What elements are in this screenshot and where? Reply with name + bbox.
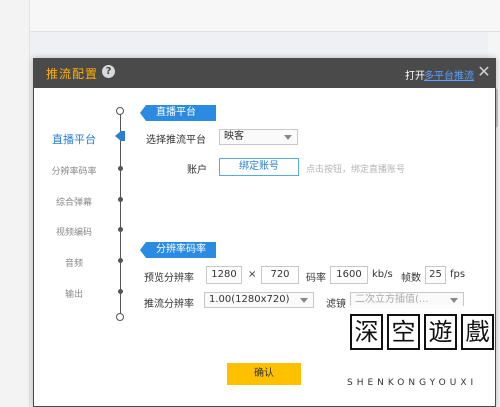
dialog-title: 推流配置	[46, 67, 99, 81]
nav-item-audio[interactable]: 音频	[34, 256, 114, 269]
dialog-titlebar: 推流配置 ? 打开 多平台推流 ✕	[34, 59, 495, 88]
preview-height-input[interactable]: 720	[261, 266, 299, 284]
watermark-char: 戲	[461, 314, 494, 350]
multi-platform-link[interactable]: 多平台推流	[424, 67, 474, 82]
filter-select-value: 二次立方插值(...	[355, 294, 429, 305]
watermark-char: 空	[387, 314, 420, 350]
preview-resolution-label: 预览分辨率	[144, 273, 194, 284]
timeline-dot	[118, 197, 123, 202]
bitrate-label: 码率	[306, 273, 326, 284]
timeline-dot	[118, 258, 123, 263]
times-symbol: ×	[248, 269, 257, 280]
timeline-dot	[118, 166, 123, 171]
stream-resolution-select[interactable]: 1.00(1280x720)	[204, 292, 314, 308]
fps-label: 帧数	[401, 273, 421, 284]
nav-item-danmaku[interactable]: 综合弹幕	[34, 195, 114, 208]
stream-resolution-value: 1.00(1280x720)	[209, 294, 290, 305]
bind-hint: 点击按钮，绑定直播账号	[306, 165, 406, 175]
chevron-down-icon	[284, 135, 292, 140]
timeline-dot	[118, 289, 123, 294]
nav-item-output[interactable]: 输出	[34, 287, 114, 300]
watermark-char: 深	[350, 314, 383, 350]
bitrate-input[interactable]: 1600	[330, 266, 368, 284]
nav-item-platform[interactable]: 直播平台	[34, 131, 114, 147]
timeline-dot	[118, 227, 123, 232]
confirm-button[interactable]: 确认	[227, 363, 301, 385]
filter-label: 滤镜	[326, 299, 346, 310]
nav-item-resolution[interactable]: 分辨率码率	[34, 164, 114, 177]
active-indicator	[120, 131, 125, 141]
chevron-down-icon	[450, 298, 458, 303]
watermark-text: SHENKONGYOUXI	[347, 378, 478, 388]
bind-account-button[interactable]: 绑定账号	[219, 158, 299, 176]
timeline-end-ring	[116, 313, 124, 321]
platform-select[interactable]: 映客	[219, 129, 298, 145]
platform-select-label: 选择推流平台	[146, 135, 206, 146]
stream-resolution-label: 推流分辨率	[144, 299, 194, 310]
account-label: 账户	[187, 165, 207, 176]
chevron-down-icon	[300, 298, 308, 303]
open-label: 打开	[405, 71, 425, 82]
fps-unit: fps	[450, 269, 466, 280]
nav-item-video-encoding[interactable]: 视频编码	[34, 225, 114, 238]
fps-input[interactable]: 25	[425, 266, 446, 284]
bitrate-unit: kb/s	[372, 269, 393, 280]
timeline-start-ring	[116, 107, 124, 115]
watermark-char: 遊	[424, 314, 457, 350]
section-header-platform: 直播平台	[140, 105, 216, 121]
background-sidebar	[0, 0, 30, 407]
background-toolbar	[30, 0, 500, 32]
help-icon[interactable]: ?	[102, 65, 115, 78]
nav-timeline	[120, 111, 121, 317]
preview-width-input[interactable]: 1280	[206, 266, 242, 284]
platform-select-value: 映客	[224, 131, 244, 142]
close-icon[interactable]: ✕	[475, 62, 493, 82]
section-header-resolution: 分辨率码率	[140, 242, 216, 258]
watermark-logo: 深 空 遊 戲 SHENKONGYOUXI	[345, 306, 495, 406]
